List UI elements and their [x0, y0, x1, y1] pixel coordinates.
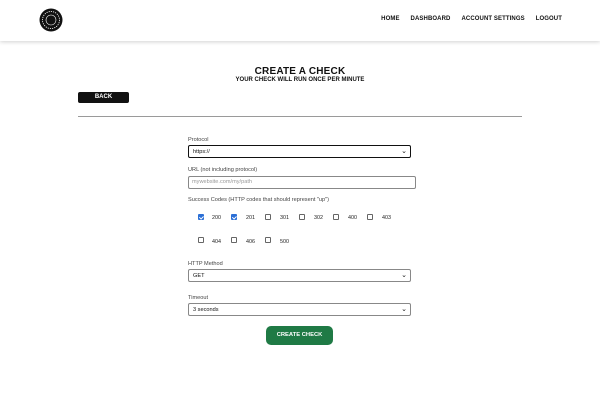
checkbox-301[interactable] [265, 214, 271, 220]
http-method-select-value: GET [193, 273, 205, 279]
protocol-select-value: https:// [193, 149, 210, 155]
page-subtitle: YOUR CHECK WILL RUN ONCE PER MINUTE [235, 77, 365, 83]
main-nav: HOME DASHBOARD ACCOUNT SETTINGS LOGOUT [370, 16, 562, 22]
chevron-down-icon: ⌄ [401, 272, 407, 279]
nav-account-settings-link[interactable]: ACCOUNT SETTINGS [461, 16, 524, 22]
checkbox-302[interactable] [299, 214, 305, 220]
code-label-302: 302 [314, 215, 323, 221]
chevron-down-icon: ⌄ [401, 306, 407, 313]
nav-logout-link[interactable]: LOGOUT [536, 16, 562, 22]
create-check-button[interactable]: CREATE CHECK [266, 326, 333, 345]
page-title: CREATE A CHECK [254, 66, 346, 77]
checkbox-403[interactable] [367, 214, 373, 220]
checkbox-201[interactable] [231, 214, 237, 220]
success-codes-label: Success Codes (HTTP codes that should re… [188, 197, 329, 203]
nav-home-link[interactable]: HOME [381, 16, 399, 22]
code-label-406: 406 [246, 239, 255, 245]
top-navbar: HOME DASHBOARD ACCOUNT SETTINGS LOGOUT [0, 0, 600, 41]
checkbox-200[interactable] [198, 214, 204, 220]
timeout-select[interactable]: 3 seconds ⌄ [188, 303, 411, 316]
code-label-200: 200 [212, 215, 221, 221]
code-label-400: 400 [348, 215, 357, 221]
logo-icon[interactable] [39, 8, 63, 32]
timeout-label: Timeout [188, 295, 208, 301]
nav-dashboard-link[interactable]: DASHBOARD [411, 16, 451, 22]
chevron-down-icon: ⌄ [401, 148, 407, 155]
code-label-301: 301 [280, 215, 289, 221]
code-label-500: 500 [280, 239, 289, 245]
http-method-label: HTTP Method [188, 261, 223, 267]
checkbox-400[interactable] [333, 214, 339, 220]
code-label-201: 201 [246, 215, 255, 221]
checkbox-500[interactable] [265, 237, 271, 243]
protocol-select[interactable]: https:// ⌄ [188, 145, 411, 158]
url-input[interactable]: mywebsite.com/my/path [188, 176, 416, 189]
back-button[interactable]: BACK [78, 92, 129, 103]
checkbox-406[interactable] [231, 237, 237, 243]
divider [78, 116, 522, 117]
code-label-403: 403 [382, 215, 391, 221]
url-label: URL (not including protocol) [188, 167, 258, 173]
code-label-404: 404 [212, 239, 221, 245]
checkbox-404[interactable] [198, 237, 204, 243]
http-method-select[interactable]: GET ⌄ [188, 269, 411, 282]
protocol-label: Protocol [188, 137, 209, 143]
timeout-select-value: 3 seconds [193, 307, 219, 313]
